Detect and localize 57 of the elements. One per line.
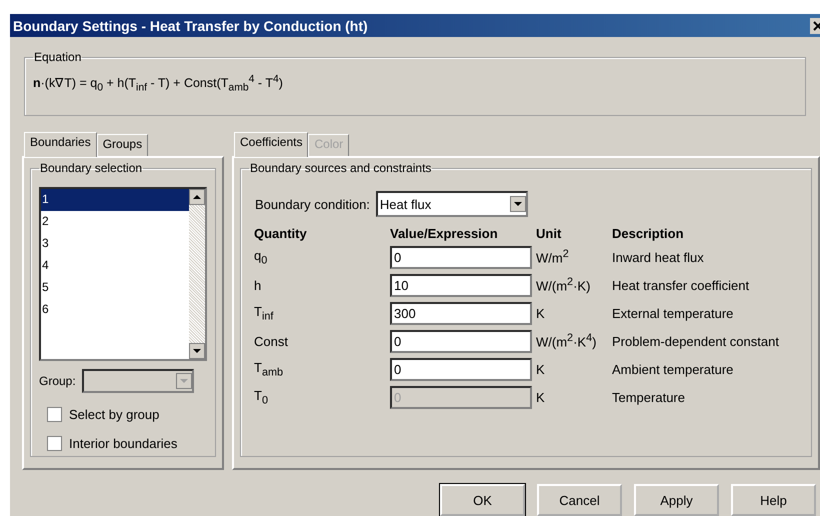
group-label: Boundary selection <box>39 161 144 175</box>
checkbox[interactable] <box>47 436 62 451</box>
scroll-down-icon[interactable] <box>189 343 205 359</box>
group-dropdown[interactable] <box>82 369 194 393</box>
equation-formula: n·(k∇T) = q$_{0}$ + h(T$_{inf}$ - T) + Const(T$_{amb}$$^{4}$ - T$^{4}$) <box>33 74 284 94</box>
value-field[interactable]: 0 <box>390 246 532 268</box>
column-header: Unit <box>536 224 562 242</box>
group-label: Boundary sources and constraints <box>249 161 432 175</box>
checkbox-label: Select by group <box>69 407 160 422</box>
quantity-label: T$_{amb}$ <box>254 360 284 378</box>
tab[interactable]: Coefficients <box>234 132 308 157</box>
description-text: Temperature <box>612 388 686 407</box>
column-header: Quantity <box>254 224 308 243</box>
boundary-list[interactable]: 1 2 3 4 5 6 <box>39 187 207 361</box>
unit-label: K <box>536 306 545 320</box>
scroll-up-icon[interactable] <box>189 189 205 205</box>
dialog-button[interactable]: Cancel <box>537 484 622 516</box>
group-label: Group: <box>39 374 76 388</box>
list-item[interactable]: 6 <box>41 299 189 321</box>
unit-label: W/(m$^{2}$·K) <box>536 276 590 294</box>
dialog-button[interactable]: Apply <box>634 484 719 516</box>
field-label: Boundary condition: <box>255 196 370 212</box>
unit-label: K <box>536 362 545 376</box>
list-item[interactable]: 1 <box>41 189 189 211</box>
condition-dropdown[interactable]: Heat flux <box>376 191 528 217</box>
value-field[interactable]: 0 <box>390 358 532 380</box>
checkbox-label: Interior boundaries <box>69 436 178 451</box>
tab[interactable]: Boundaries <box>24 132 97 157</box>
unit-label: W/(m$^{2}$·K$^{4}$) <box>536 332 596 350</box>
unit-label: W/m$^{2}$ <box>536 248 569 266</box>
value-field[interactable]: 0 <box>390 330 532 352</box>
list-item[interactable]: 4 <box>41 255 189 277</box>
quantity-label: Const <box>254 334 288 348</box>
checkbox[interactable] <box>47 407 62 422</box>
description-text: Problem-dependent constant <box>612 332 780 351</box>
description-text: Ambient temperature <box>612 360 734 379</box>
list-item[interactable]: 2 <box>41 211 189 233</box>
quantity-label: q$_{0}$ <box>254 248 268 266</box>
dialog-button[interactable]: OK <box>440 484 525 516</box>
quantity-label: T$_{inf}$ <box>254 304 274 322</box>
scrollbar[interactable] <box>189 189 205 359</box>
description-text: Inward heat flux <box>612 248 705 266</box>
column-header: Description <box>612 224 685 243</box>
list-item[interactable]: 3 <box>41 233 189 255</box>
column-header: Value/Expression <box>390 224 499 243</box>
dialog-button[interactable]: Help <box>731 484 816 516</box>
quantity-label: h <box>254 278 262 292</box>
group-label: Equation <box>33 50 82 64</box>
value-field[interactable]: 300 <box>390 302 532 324</box>
unit-label: K <box>536 390 545 404</box>
list-item[interactable]: 5 <box>41 277 189 299</box>
tab[interactable]: Groups <box>96 134 148 156</box>
quantity-label: T$_{0}$ <box>254 388 268 406</box>
description-text: Heat transfer coefficient <box>612 276 750 294</box>
description-text: External temperature <box>612 304 734 323</box>
value-field[interactable]: 10 <box>390 274 532 296</box>
window-title: Boundary Settings - Heat Transfer by Conduction (ht) <box>13 18 368 34</box>
